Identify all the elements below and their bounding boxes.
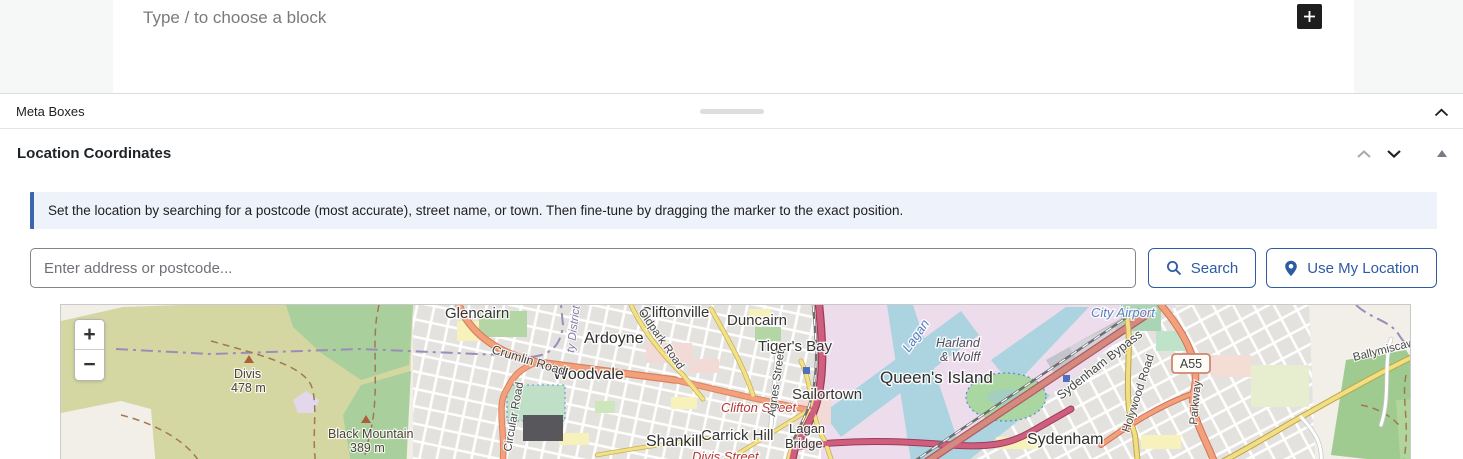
map-label-black-mountain-elev: 389 m (350, 441, 385, 455)
triangle-up-icon (1437, 150, 1447, 157)
map-label-harland-2: & Wolff (940, 350, 982, 364)
map-label-shankill: Shankill (646, 433, 702, 450)
map-label-ardoyne: Ardoyne (584, 330, 644, 347)
map-svg: A55 Glencairn Cliftonville Duncairn Ardo… (61, 305, 1410, 459)
map-pin-icon (1285, 260, 1298, 276)
address-search-input[interactable] (30, 248, 1136, 288)
chevron-down-icon (1387, 149, 1401, 158)
use-my-location-button[interactable]: Use My Location (1266, 248, 1437, 288)
map-label-duncairn: Duncairn (727, 312, 787, 329)
meta-boxes-resize-handle[interactable] (699, 109, 764, 114)
map-label-lagan-bridge-1: Lagan (789, 421, 825, 436)
add-block-button[interactable] (1297, 4, 1322, 29)
meta-boxes-collapse-button[interactable] (1427, 99, 1455, 125)
editor-left-margin (0, 0, 113, 93)
chevron-up-icon (1434, 108, 1448, 116)
map-label-carrick-hill: Carrick Hill (701, 427, 774, 444)
panel-actions (1349, 129, 1457, 178)
address-search-row: Search Use My Location (30, 248, 1437, 288)
meta-boxes-title: Meta Boxes (16, 103, 85, 119)
map-container[interactable]: A55 Glencairn Cliftonville Duncairn Ardo… (60, 304, 1411, 459)
help-notice: Set the location by searching for a post… (30, 192, 1437, 229)
map-label-divis-elev: 478 m (231, 381, 266, 395)
map-label-tigers-bay: Tiger's Bay (758, 338, 832, 355)
map-zoom-in-button[interactable]: + (75, 320, 104, 350)
search-button[interactable]: Search (1147, 248, 1257, 288)
panel-title: Location Coordinates (17, 145, 172, 162)
map-label-sydenham: Sydenham (1027, 431, 1104, 448)
map-zoom-out-button[interactable]: − (75, 350, 104, 380)
map-zoom-control: + − (74, 319, 105, 381)
map-label-divis: Divis (234, 367, 261, 381)
move-panel-up-button[interactable] (1349, 139, 1379, 169)
map-label-queens-island: Queen's Island (880, 368, 993, 387)
block-appender-placeholder[interactable]: Type / to choose a block (143, 8, 326, 28)
editor-canvas: Type / to choose a block (0, 0, 1463, 93)
map-label-harland-1: Harland (936, 336, 981, 350)
map-label-black-mountain: Black Mountain (328, 427, 414, 441)
magnifier-icon (1166, 261, 1181, 276)
map-label-city-airport: City Airport (1091, 305, 1156, 320)
plus-icon (1304, 11, 1315, 22)
map-label-lagan-bridge-2: Bridge (785, 436, 823, 451)
search-button-label: Search (1190, 259, 1239, 277)
location-coordinates-body: Set the location by searching for a post… (0, 178, 1463, 459)
map-road-badge-a55: A55 (1171, 353, 1211, 374)
map-label-glencairn: Glencairn (445, 305, 509, 322)
map-junction-marker (803, 367, 810, 374)
location-coordinates-header: Location Coordinates (0, 129, 1463, 178)
map-label-a55: A55 (1180, 357, 1202, 371)
move-panel-down-button[interactable] (1379, 139, 1409, 169)
map-label-divis-street: Divis Street (692, 449, 760, 459)
chevron-up-icon (1357, 149, 1371, 158)
map-label-sailortown: Sailortown (792, 386, 862, 403)
map-label-clifton-street: Clifton Street (721, 400, 798, 415)
help-notice-text: Set the location by searching for a post… (48, 203, 904, 218)
meta-boxes-bar: Meta Boxes (0, 93, 1463, 129)
use-my-location-label: Use My Location (1307, 259, 1419, 277)
editor-right-margin (1354, 0, 1463, 93)
panel-toggle-button[interactable] (1427, 139, 1457, 169)
